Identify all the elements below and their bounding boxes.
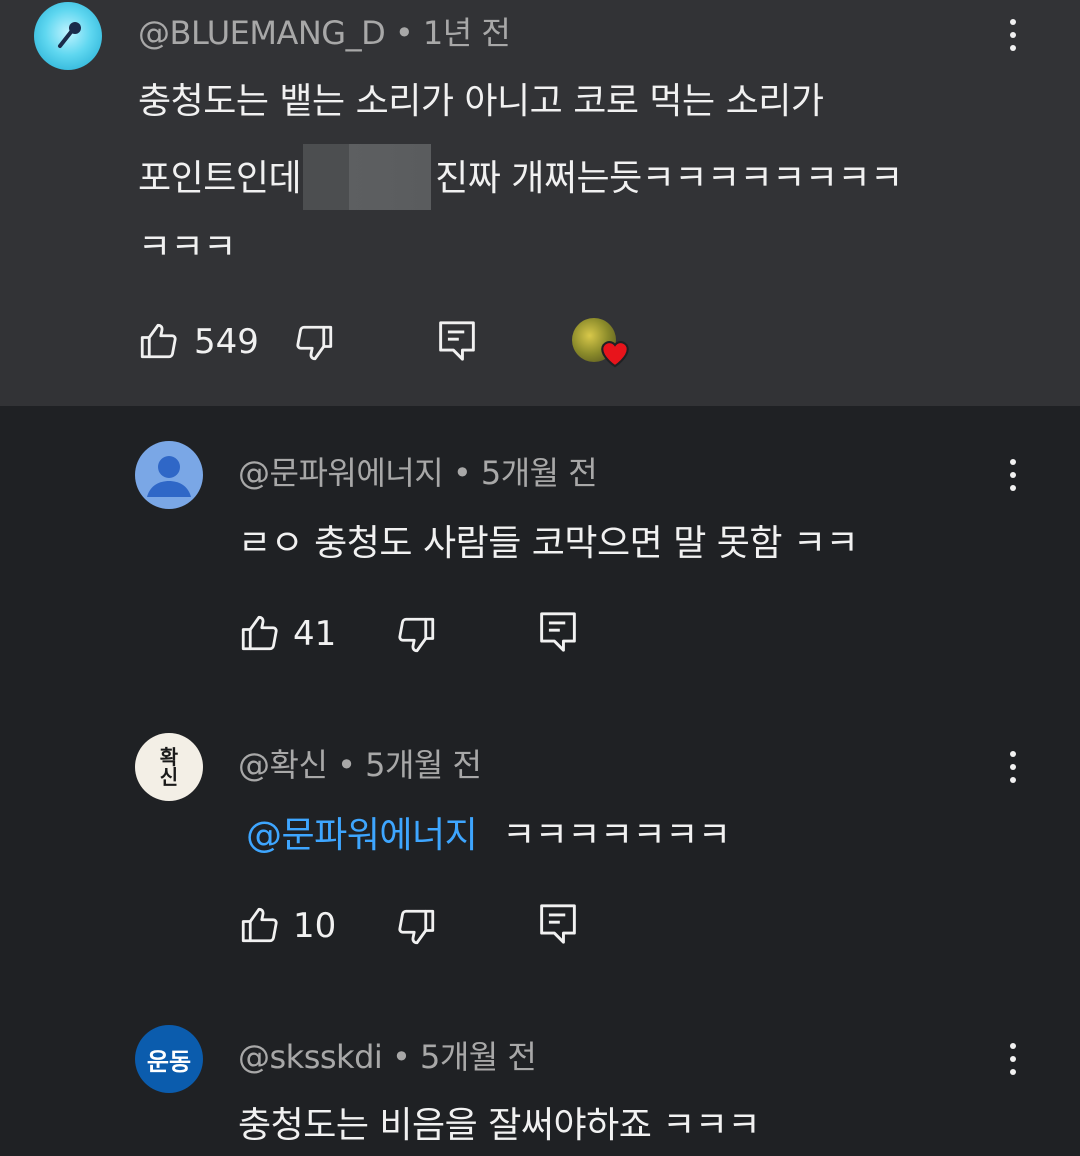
like-count: 41 [293, 614, 337, 654]
redacted-block [303, 144, 432, 210]
comment-text-line1: 충청도는 뱉는 소리가 아니고 코로 먹는 소리가 [138, 81, 824, 122]
mention-link[interactable]: @문파워에너지 [246, 815, 478, 856]
avatar[interactable]: 확신 [135, 733, 203, 801]
dislike-icon[interactable] [294, 322, 336, 364]
reply-icon[interactable] [538, 902, 578, 946]
comment-body: ㅋㅋㅋㅋㅋㅋㅋ [502, 815, 731, 856]
like-icon[interactable] [238, 904, 280, 946]
avatar[interactable] [135, 441, 203, 509]
like-icon[interactable] [238, 612, 280, 654]
author-handle[interactable]: @BLUEMANG_D [138, 14, 386, 52]
comment-text: @문파워에너지 ㅋㅋㅋㅋㅋㅋㅋ [246, 806, 731, 858]
more-options-button[interactable] [993, 742, 1033, 792]
comment-time: • 5개월 전 [391, 1038, 537, 1076]
avatar[interactable]: 운동 [135, 1025, 203, 1093]
heart-icon [601, 341, 629, 368]
avatar-label: 운동 [146, 1047, 192, 1076]
comment-text-part1: 포인트인데 [138, 158, 302, 199]
comment-time: • 5개월 전 [452, 454, 598, 492]
like-count: 10 [293, 906, 337, 946]
avatar[interactable] [34, 2, 102, 70]
comment-time: • 1년 전 [394, 14, 511, 52]
comment-meta: @sksskdi • 5개월 전 [238, 1032, 537, 1078]
comment-text-line3: ㅋㅋㅋ [138, 227, 236, 268]
like-icon[interactable] [137, 320, 179, 362]
author-handle[interactable]: @문파워에너지 [238, 454, 444, 492]
avatar-label: 확신 [159, 745, 179, 789]
comment-text: 충청도는 비음을 잘써야하죠 ㅋㅋㅋ [238, 1105, 761, 1146]
comment-meta: @확신 • 5개월 전 [238, 740, 482, 786]
like-count: 549 [194, 322, 259, 362]
author-handle[interactable]: @확신 [238, 746, 328, 784]
more-options-button[interactable] [993, 1034, 1033, 1084]
more-options-button[interactable] [993, 450, 1033, 500]
comment-time: • 5개월 전 [337, 746, 482, 784]
comment-text: ㄹㅇ 충청도 사람들 코막으면 말 못함 ㅋㅋ [238, 523, 859, 564]
reply-icon[interactable] [437, 319, 477, 363]
more-options-button[interactable] [993, 10, 1033, 60]
dislike-icon[interactable] [396, 614, 438, 656]
author-handle[interactable]: @sksskdi [238, 1038, 383, 1076]
default-person-icon [147, 456, 191, 497]
highlighted-comment: @BLUEMANG_D • 1년 전 충청도는 뱉는 소리가 아니고 코로 먹는… [0, 0, 1080, 406]
reply-icon[interactable] [538, 610, 578, 654]
microphone-icon [58, 22, 81, 48]
comment-meta: @BLUEMANG_D • 1년 전 [138, 8, 511, 54]
comment-meta: @문파워에너지 • 5개월 전 [238, 448, 598, 494]
creator-heart [572, 318, 634, 372]
comment-text-part2: 진짜 개쩌는듯ㅋㅋㅋㅋㅋㅋㅋㅋ [435, 158, 903, 199]
dislike-icon[interactable] [396, 906, 438, 948]
comment-text-line2: 포인트인데 진짜 개쩌는듯ㅋㅋㅋㅋㅋㅋㅋㅋ [138, 144, 903, 210]
